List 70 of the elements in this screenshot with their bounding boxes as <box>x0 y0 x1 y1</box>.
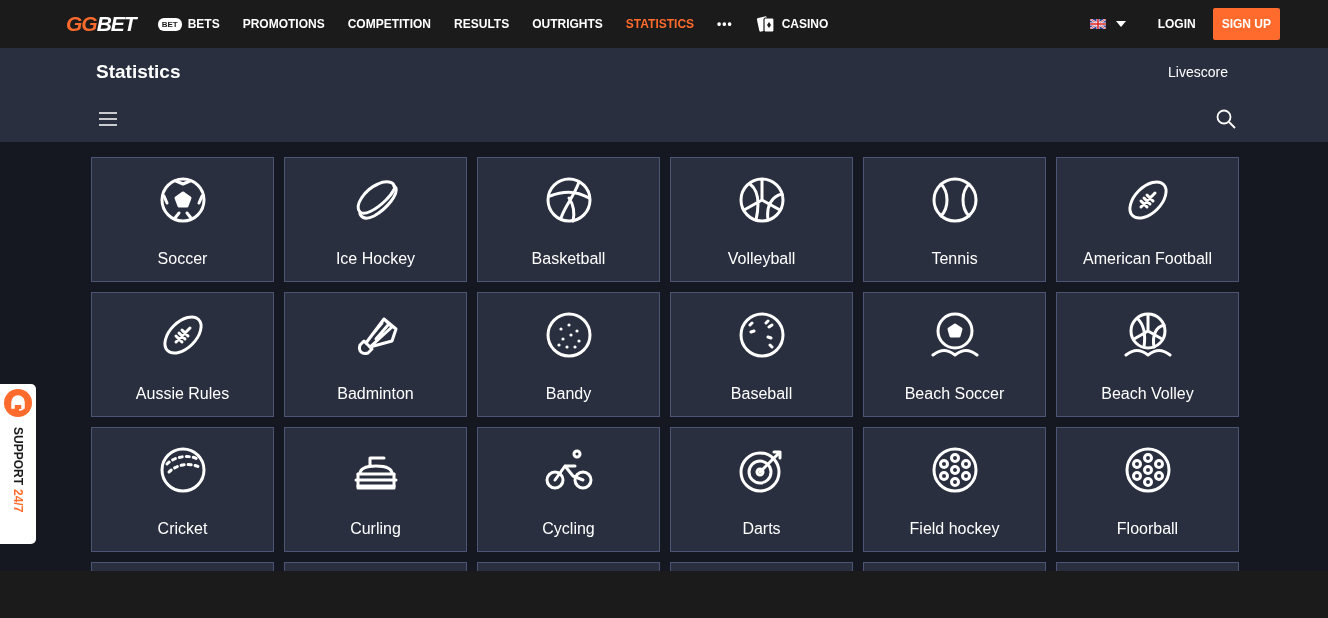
sport-tile[interactable]: Darts <box>670 427 853 552</box>
headset-icon <box>4 389 32 417</box>
sport-name: Tennis <box>931 250 978 268</box>
sport-name: Badminton <box>337 385 414 403</box>
sport-name: Baseball <box>730 385 793 403</box>
sport-tile[interactable]: Beach Soccer <box>863 292 1046 417</box>
baseball-icon <box>737 311 786 359</box>
sport-tile[interactable]: Soccer <box>91 157 274 282</box>
holes-icon <box>930 446 979 494</box>
page-title: Statistics <box>96 61 181 83</box>
sport-tile[interactable]: Curling <box>284 427 467 552</box>
dotted-icon <box>544 311 593 359</box>
playing-cards-icon <box>755 14 776 34</box>
nav-link[interactable]: COMPETITION <box>347 17 432 31</box>
soccer-icon <box>158 176 207 224</box>
nav-link[interactable]: OUTRIGHTS <box>532 17 603 31</box>
sport-tile[interactable]: Badminton <box>284 292 467 417</box>
sport-name: Darts <box>742 520 781 538</box>
support-hours: 24/7 <box>11 489 25 513</box>
nav-link[interactable]: PROMOTIONS <box>242 17 325 31</box>
sport-tile[interactable]: Floorball <box>1056 427 1239 552</box>
tennis-icon <box>930 176 979 224</box>
sport-tile[interactable]: Baseball <box>670 292 853 417</box>
basketball-icon <box>544 176 593 224</box>
sport-name: Bandy <box>545 385 592 403</box>
support-label: SUPPORT <box>11 427 25 485</box>
sport-tile[interactable]: Volleyball <box>670 157 853 282</box>
nav-link[interactable]: STATISTICS <box>625 17 695 31</box>
volleyball-icon <box>737 176 786 224</box>
livescore-link[interactable]: Livescore <box>1168 64 1228 80</box>
sport-tile[interactable]: Bandy <box>477 292 660 417</box>
language-selector[interactable] <box>1089 19 1126 29</box>
sport-name: Beach Soccer <box>904 385 1005 403</box>
sport-tile[interactable]: Tennis <box>863 157 1046 282</box>
uk-flag-icon <box>1089 19 1106 29</box>
sport-name: American Football <box>1083 250 1212 268</box>
nav-link[interactable]: CASINO <box>781 17 829 31</box>
sport-name: Field hockey <box>909 520 1000 538</box>
sport-name: Aussie Rules <box>135 385 230 403</box>
sport-name: Beach Volley <box>1101 385 1194 403</box>
more-menu-button[interactable]: ••• <box>717 17 733 31</box>
nav-link[interactable]: BETS <box>187 17 220 31</box>
sport-tile[interactable]: Ice Hockey <box>284 157 467 282</box>
sport-tile[interactable]: American Football <box>1056 157 1239 282</box>
sport-name: Curling <box>350 520 401 538</box>
sport-name: Cricket <box>157 520 208 538</box>
sport-tile[interactable]: Basketball <box>477 157 660 282</box>
logo[interactable]: GGBET <box>66 12 136 36</box>
sport-name: Basketball <box>531 250 606 268</box>
beach-soccer-icon <box>930 311 979 359</box>
sport-tile[interactable]: Field hockey <box>863 427 1046 552</box>
sport-tile[interactable]: Aussie Rules <box>91 292 274 417</box>
holes-icon <box>1123 446 1172 494</box>
caret-icon <box>1115 21 1126 27</box>
sport-name: Soccer <box>157 250 208 268</box>
sport-tile[interactable]: Cycling <box>477 427 660 552</box>
sport-name: Cycling <box>542 520 595 538</box>
sport-name: Floorball <box>1116 520 1179 538</box>
beach-volley-icon <box>1123 311 1172 359</box>
nav-link[interactable]: RESULTS <box>454 17 510 31</box>
sport-name: Volleyball <box>727 250 796 268</box>
sport-tile[interactable]: Beach Volley <box>1056 292 1239 417</box>
sport-tile[interactable]: Cricket <box>91 427 274 552</box>
menu-icon[interactable] <box>99 112 117 126</box>
sport-name: Ice Hockey <box>335 250 416 268</box>
search-icon[interactable] <box>1216 109 1236 129</box>
cricket-icon <box>158 446 207 494</box>
login-link[interactable]: LOGIN <box>1157 17 1196 31</box>
support-tab[interactable]: SUPPORT 24/7 <box>0 384 36 544</box>
bet-badge-icon: BET <box>157 17 182 31</box>
